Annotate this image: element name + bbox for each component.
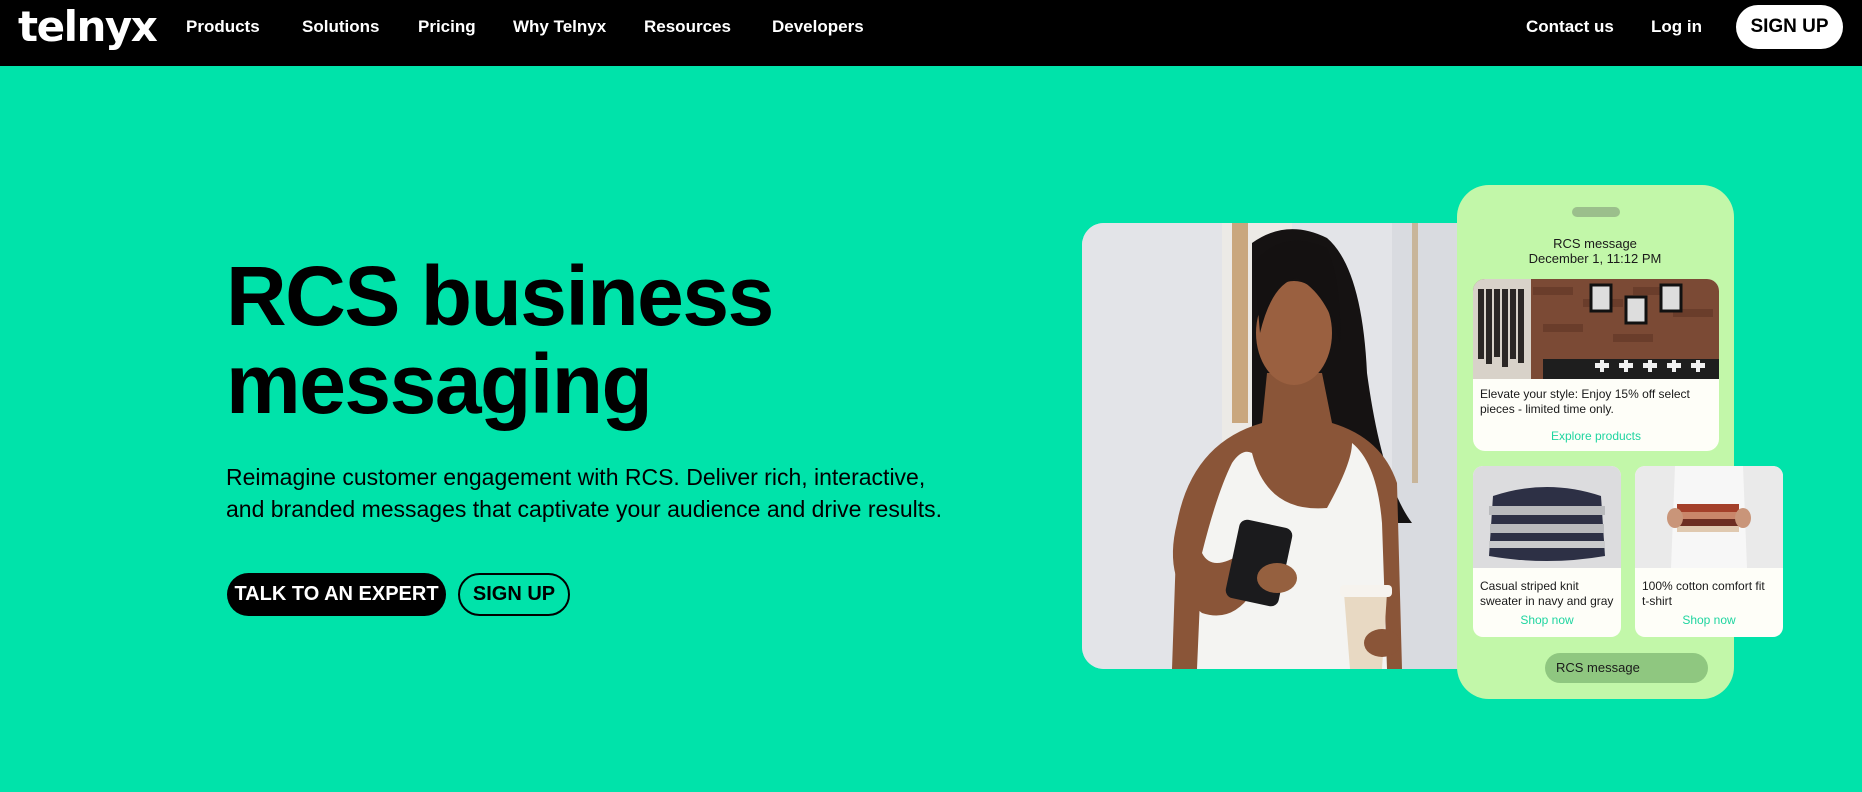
striped-sweater-image	[1473, 466, 1621, 568]
store-interior-image	[1473, 279, 1719, 379]
tshirt-card-text: 100% cotton comfort fit t-shirt	[1642, 579, 1780, 609]
top-navigation: telnyx Products Solutions Pricing Why Te…	[0, 0, 1862, 66]
hero-title-line-2: messaging	[226, 337, 653, 431]
hero-photo-woman-with-phone	[1082, 223, 1490, 669]
sweater-card-text-line-2: sweater in navy and gray	[1480, 594, 1614, 608]
shop-now-sweater-link[interactable]: Shop now	[1473, 613, 1621, 627]
nav-pricing[interactable]: Pricing	[418, 17, 476, 37]
product-card-sweater: Casual striped knit sweater in navy and …	[1473, 466, 1621, 637]
nav-log-in[interactable]: Log in	[1651, 17, 1702, 37]
nav-contact-us[interactable]: Contact us	[1526, 17, 1614, 37]
product-card-tshirt: 100% cotton comfort fit t-shirt Shop now	[1635, 466, 1783, 637]
promo-card-text-line-1: Elevate your style: Enjoy 15% off select	[1480, 387, 1690, 401]
shop-now-tshirt-link[interactable]: Shop now	[1635, 613, 1783, 627]
tshirt-card-text-line-1: 100% cotton comfort fit	[1642, 579, 1765, 593]
sweater-card-text-line-1: Casual striped knit	[1480, 579, 1579, 593]
rcs-message-input[interactable]: RCS message	[1545, 653, 1708, 683]
promo-card-text-line-2: pieces - limited time only.	[1480, 402, 1614, 416]
nav-why-telnyx[interactable]: Why Telnyx	[513, 17, 606, 37]
promo-card-text: Elevate your style: Enjoy 15% off select…	[1480, 387, 1715, 417]
tshirt-card-text-line-2: t-shirt	[1642, 594, 1672, 608]
rcs-timestamp: December 1, 11:12 PM	[1528, 251, 1662, 266]
rcs-message-header: RCS message December 1, 11:12 PM	[1480, 236, 1710, 266]
phone-notch	[1572, 207, 1620, 217]
folded-tshirts-image	[1635, 466, 1783, 568]
explore-products-link[interactable]: Explore products	[1473, 429, 1719, 443]
hero-description-line-2: and branded messages that captivate your…	[226, 496, 942, 522]
rcs-sender-label: RCS message	[1553, 236, 1637, 251]
talk-to-expert-button[interactable]: TALK TO AN EXPERT	[227, 573, 446, 616]
hero-description: Reimagine customer engagement with RCS. …	[226, 461, 1046, 525]
nav-signup-button[interactable]: SIGN UP	[1736, 5, 1843, 49]
hero-title: RCS business messaging	[226, 252, 986, 428]
nav-resources[interactable]: Resources	[644, 17, 731, 37]
nav-products[interactable]: Products	[186, 17, 260, 37]
hero-title-line-1: RCS business	[226, 249, 774, 343]
nav-developers[interactable]: Developers	[772, 17, 864, 37]
hero-description-line-1: Reimagine customer engagement with RCS. …	[226, 464, 926, 490]
nav-solutions[interactable]: Solutions	[302, 17, 379, 37]
hero-signup-button[interactable]: SIGN UP	[458, 573, 570, 616]
sweater-card-text: Casual striped knit sweater in navy and …	[1480, 579, 1618, 609]
rcs-promo-card: Elevate your style: Enjoy 15% off select…	[1473, 279, 1719, 451]
telnyx-logo[interactable]: telnyx	[18, 4, 158, 50]
